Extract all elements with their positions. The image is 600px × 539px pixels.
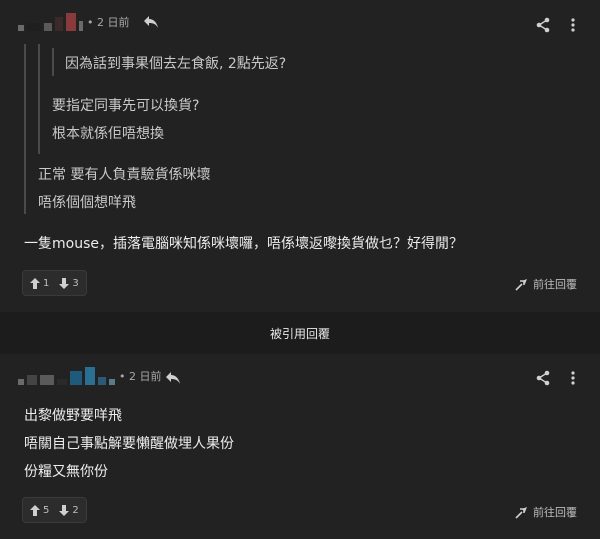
downvote-count: 2 — [72, 504, 79, 516]
goto-reply-button[interactable]: 前往回覆 — [515, 276, 577, 292]
thumb-up-icon — [30, 277, 40, 289]
goto-arrow-icon — [515, 506, 527, 519]
share-icon[interactable] — [534, 16, 552, 34]
reply-icon[interactable] — [142, 13, 160, 31]
downvote-button[interactable]: 2 — [59, 504, 79, 516]
post-body-line: 唔關自己事點解要懶醒做埋人果份 — [24, 436, 234, 452]
goto-reply-label: 前往回覆 — [533, 506, 577, 519]
vote-box: 5 2 — [22, 497, 87, 523]
quote-inner-text: 因為話到事果個去左食飯, 2點先返? — [65, 56, 287, 72]
goto-reply-label: 前往回覆 — [533, 278, 577, 291]
post-time: • 2 日前 — [119, 370, 162, 383]
share-icon[interactable] — [534, 369, 552, 387]
post-header: • 2 日前 — [18, 366, 161, 386]
quoted-replies-label: 被引用回覆 — [269, 326, 330, 341]
upvote-count: 1 — [43, 277, 50, 289]
username-blurred[interactable] — [18, 367, 115, 385]
post-body-line: 份糧又無你份 — [24, 464, 108, 480]
downvote-button[interactable]: 3 — [59, 277, 79, 289]
thumb-up-icon — [30, 504, 40, 516]
post-body-line: 出黎做野要咩飛 — [24, 408, 122, 424]
quote-outer-line: 唔係個個想咩飛 — [38, 195, 136, 211]
quote-middle — [38, 44, 40, 154]
quote-inner — [52, 48, 54, 76]
upvote-count: 5 — [43, 504, 50, 516]
goto-reply-button[interactable]: 前往回覆 — [515, 504, 577, 520]
reply-post: • 2 日前 因為話到事果個去左食飯, 2點先返? 要指定同事先可以換貨? 根本… — [0, 0, 600, 312]
quote-outer-line: 正常 要有人負責驗貨係咪壞 — [38, 167, 211, 183]
more-options-icon[interactable] — [565, 16, 581, 34]
thumb-down-icon — [59, 277, 70, 289]
quote-middle-line: 要指定同事先可以換貨? — [52, 98, 200, 114]
reply-icon[interactable] — [164, 369, 182, 387]
quote-middle-line: 根本就係佢唔想換 — [52, 126, 164, 142]
upvote-button[interactable]: 5 — [30, 504, 50, 516]
post-header: • 2 日前 — [18, 12, 129, 32]
thumb-down-icon — [59, 504, 70, 516]
goto-arrow-icon — [515, 278, 527, 291]
upvote-button[interactable]: 1 — [30, 277, 50, 289]
reply-post: • 2 日前 出黎做野要咩飛 唔關自己事點解要懶醒做埋人果份 份糧又無你份 5 … — [0, 354, 600, 539]
quote-outer — [24, 44, 26, 214]
quoted-replies-bar[interactable]: 被引用回覆 — [0, 312, 600, 354]
downvote-count: 3 — [72, 277, 79, 289]
post-time: • 2 日前 — [87, 16, 130, 29]
post-body: 一隻mouse，插落電腦咪知係咪壞囉，唔係壞返嚟換貨做乜？好得閒？ — [24, 236, 463, 252]
vote-box: 1 3 — [22, 270, 87, 296]
username-blurred[interactable] — [18, 13, 83, 31]
more-options-icon[interactable] — [565, 369, 581, 387]
